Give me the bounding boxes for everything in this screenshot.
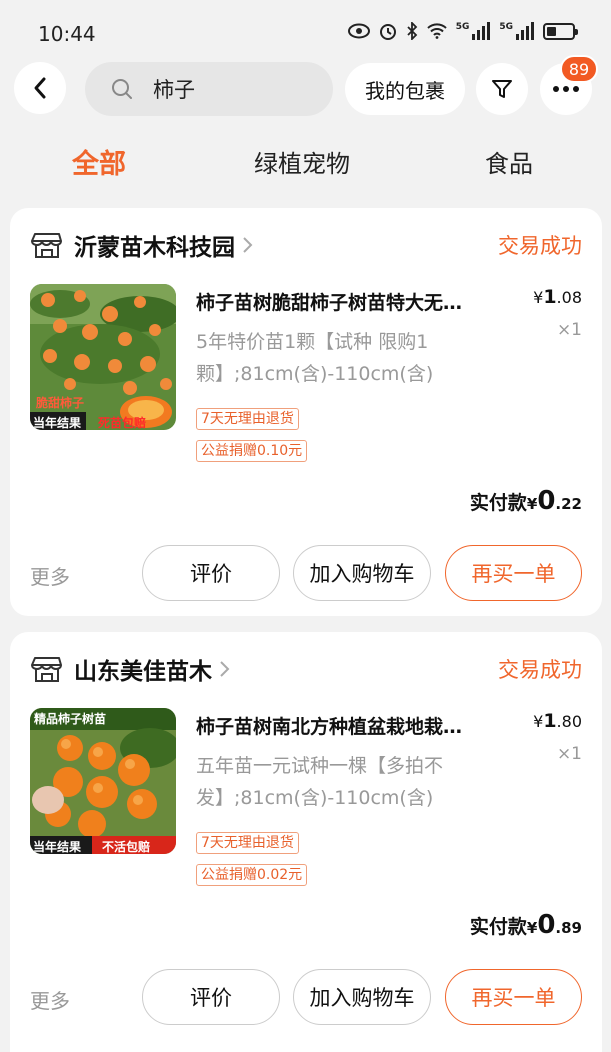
my-parcels-button[interactable]: 我的包裹 (345, 63, 465, 115)
price-decimal: .80 (556, 712, 582, 731)
store-icon (31, 233, 62, 258)
product-sku: 五年苗一元试种一棵【多拍不发】;81cm(含)-110cm(含) (196, 755, 444, 809)
eye-icon (347, 23, 370, 39)
tab-all[interactable]: 全部 (72, 142, 126, 181)
chevron-right-icon (243, 237, 253, 253)
return-policy-tag: 7天无理由退货 (196, 408, 299, 430)
paid-decimal: .89 (555, 919, 582, 937)
bluetooth-icon (407, 22, 417, 40)
price-integer: 1 (543, 710, 557, 732)
search-bar[interactable] (85, 62, 333, 116)
shop-row[interactable]: 沂蒙苗木科技园 交易成功 (30, 228, 582, 262)
price-decimal: .08 (556, 288, 582, 307)
image-caption: 脆甜柿子 (36, 396, 85, 410)
tab-food[interactable]: 食品 (485, 144, 533, 179)
review-button[interactable]: 评价 (142, 545, 280, 601)
back-button[interactable] (14, 62, 66, 114)
paid-integer: 0 (537, 486, 556, 516)
category-tabs: 全部 绿植宠物 食品 (0, 144, 611, 188)
product-image[interactable]: 精品柿子树苗 当年结果 不活包赔 (30, 708, 176, 854)
dot-icon (573, 86, 579, 92)
order-card[interactable]: 山东美佳苗木 交易成功 精品柿子树苗 当年结果 不活包赔 柿子苗树南北方种植盆栽… (10, 632, 602, 1052)
dot-icon (563, 86, 569, 92)
order-status: 交易成功 (498, 658, 582, 682)
add-to-cart-button[interactable]: 加入购物车 (293, 969, 431, 1025)
store-icon (31, 657, 62, 682)
product-title[interactable]: 柿子苗树脆甜柿子树苗特大无… (196, 288, 516, 315)
battery-icon (543, 22, 578, 40)
review-button[interactable]: 评价 (142, 969, 280, 1025)
price-integer: 1 (543, 286, 557, 308)
wifi-icon (426, 23, 447, 39)
product-title[interactable]: 柿子苗树南北方种植盆栽地栽… (196, 712, 516, 739)
quantity: ×1 (556, 320, 582, 340)
shop-name[interactable]: 沂蒙苗木科技园 (74, 228, 235, 262)
search-icon (112, 79, 132, 99)
filter-icon (492, 80, 512, 98)
quantity: ×1 (556, 744, 582, 764)
image-caption: 死苗包赔 (98, 416, 147, 430)
return-policy-tag: 7天无理由退货 (196, 832, 299, 854)
image-caption: 精品柿子树苗 (34, 712, 107, 726)
signal-icon: 5G (456, 22, 491, 40)
header: 我的包裹 (0, 62, 611, 116)
buy-again-button[interactable]: 再买一单 (445, 969, 582, 1025)
unit-price: ¥1.08 (533, 286, 582, 308)
notification-badge: 89 (560, 55, 598, 83)
paid-label: 实付款 (469, 492, 527, 514)
add-to-cart-button[interactable]: 加入购物车 (293, 545, 431, 601)
amount-paid: 实付款¥0.22 (470, 486, 582, 516)
price-symbol: ¥ (533, 288, 544, 307)
status-bar: 10:44 5G 5G (0, 0, 611, 60)
image-caption: 当年结果 (33, 840, 82, 854)
more-link[interactable]: 更多 (30, 561, 70, 590)
paid-integer: 0 (537, 910, 556, 940)
order-card[interactable]: 沂蒙苗木科技园 交易成功 脆甜柿子 当年结果 死苗包赔 柿子苗树脆甜柿子树苗特大… (10, 208, 602, 616)
product-sku: 5年特价苗1颗【试种 限购1颗】;81cm(含)-110cm(含) (196, 331, 434, 385)
chevron-left-icon (34, 77, 46, 99)
chevron-right-icon (220, 661, 230, 677)
shop-row[interactable]: 山东美佳苗木 交易成功 (30, 652, 582, 686)
image-caption: 当年结果 (33, 416, 82, 430)
alarm-icon (379, 24, 396, 40)
buy-again-button[interactable]: 再买一单 (445, 545, 582, 601)
paid-decimal: .22 (555, 495, 582, 513)
signal-icon-2: 5G (499, 22, 534, 40)
filter-button[interactable] (476, 63, 528, 115)
image-caption: 不活包赔 (102, 840, 151, 854)
dot-icon (553, 86, 559, 92)
unit-price: ¥1.80 (533, 710, 582, 732)
paid-symbol: ¥ (526, 919, 538, 937)
more-link[interactable]: 更多 (30, 985, 70, 1014)
price-symbol: ¥ (533, 712, 544, 731)
persimmon-fruit-image (30, 708, 176, 854)
order-status: 交易成功 (498, 234, 582, 258)
status-icons: 5G 5G (347, 22, 578, 40)
paid-symbol: ¥ (526, 495, 538, 513)
search-input[interactable] (153, 77, 323, 101)
paid-label: 实付款 (469, 916, 527, 938)
tab-plants-pets[interactable]: 绿植宠物 (254, 144, 350, 179)
charity-tag: 公益捐赠0.10元 (196, 440, 308, 462)
product-image[interactable]: 脆甜柿子 当年结果 死苗包赔 (30, 284, 176, 430)
status-time: 10:44 (38, 22, 96, 46)
charity-tag: 公益捐赠0.02元 (196, 864, 308, 886)
amount-paid: 实付款¥0.89 (470, 910, 582, 940)
shop-name[interactable]: 山东美佳苗木 (74, 652, 212, 686)
